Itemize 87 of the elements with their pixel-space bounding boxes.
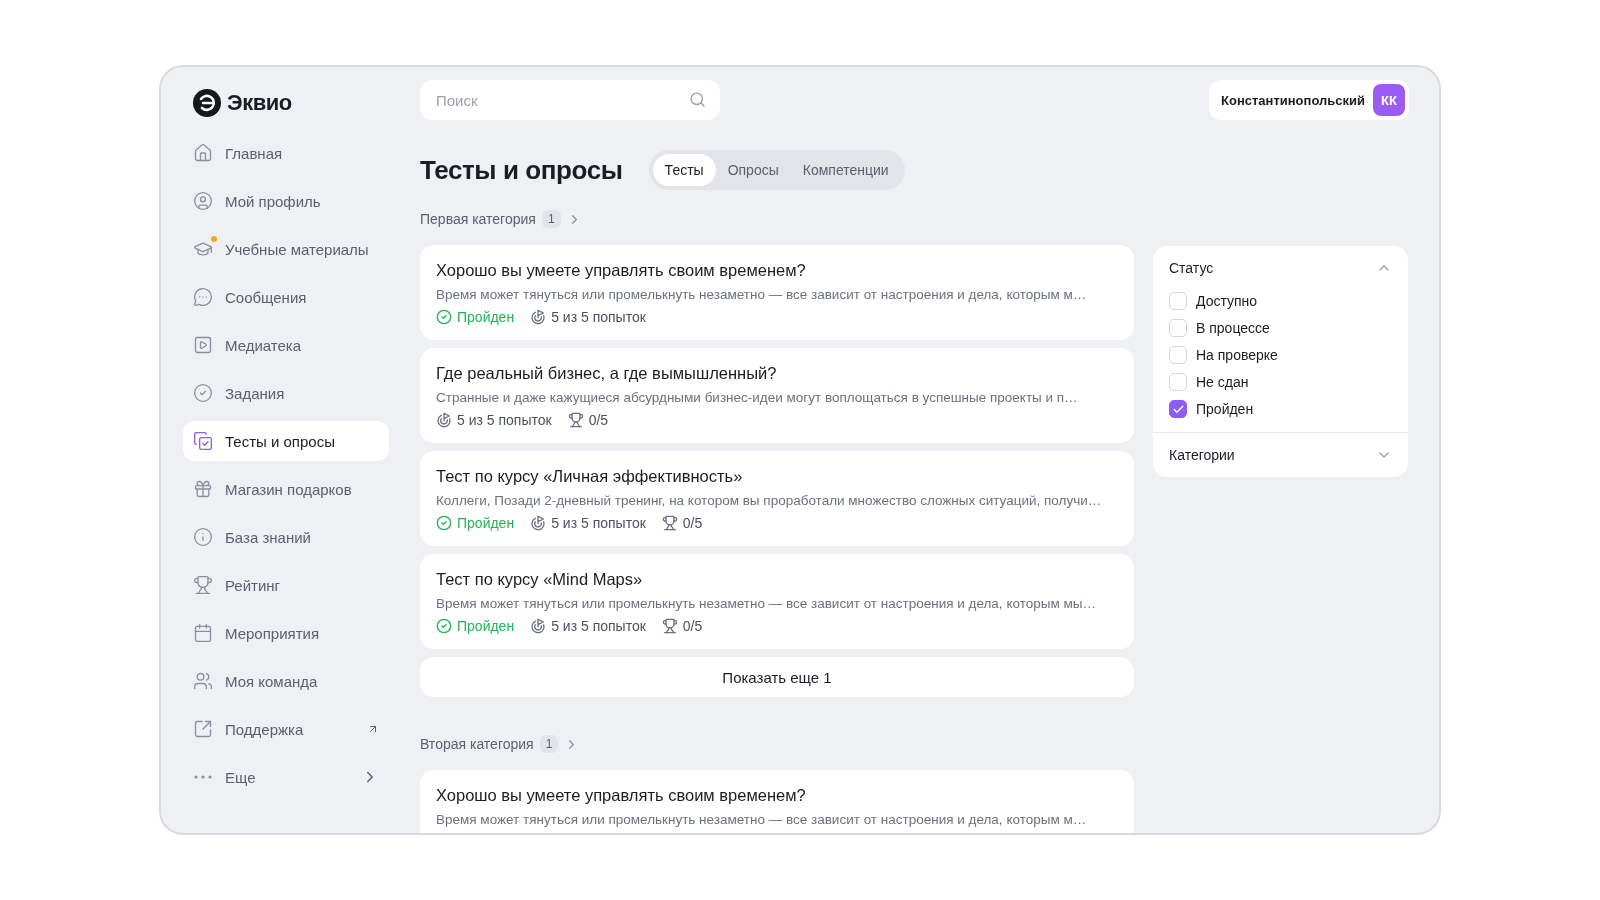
test-description: Время может тянуться или промелькнуть незаметно — все зависит от настроения и дела, которым мы… [436,596,1097,611]
tab[interactable]: Опросы [715,154,791,186]
trophy-icon [661,515,678,531]
test-card[interactable]: Тест по курсу «Личная эффективность» Коллеги, Позади 2-дневный тренинг, на котором вы проработали множество сложных ситуаций, получи… Пройден 5 из 5 попыток 0/5 [420,451,1134,546]
target-icon [436,412,452,428]
check-circle-icon [436,515,452,531]
show-more-button[interactable]: Показать еще 1 [420,657,1134,697]
status-text: Пройден [457,309,515,325]
check-circle-icon [436,309,452,325]
test-title: Где реальный бизнес, а где вымышленный? [436,364,778,383]
house-icon [193,143,213,163]
info-icon [193,527,213,547]
checkbox[interactable] [1169,400,1187,418]
test-title: Тест по курсу «Личная эффективность» [436,467,744,486]
user-name: Константинопольский [1221,92,1365,108]
attempts-text: 5 из 5 попыток [457,412,552,428]
check-circle-icon [436,618,452,634]
test-title: Хорошо вы умеете управлять своим временем? [436,786,807,805]
check-circle-icon [193,383,213,403]
filter-title[interactable]: Статус [1169,260,1214,276]
category-count: 1 [541,210,561,228]
trophy-icon [567,412,584,428]
category-title[interactable]: Первая категория [420,211,536,227]
sidebar-item[interactable]: База знаний [183,517,389,557]
sidebar-item[interactable]: Рейтинг [183,565,389,605]
test-description: Время может тянуться или промелькнуть незаметно — все зависит от настроения и дела, которым м… [436,287,1088,302]
sidebar-item[interactable]: Еще [183,757,389,797]
search-icon [689,91,706,108]
test-card[interactable]: Хорошо вы умеете управлять своим временем? Время может тянуться или промелькнуть незаметно — все зависит от настроения и дела, которым м… Пройден 5 из 5 попыток [420,245,1134,340]
category-title[interactable]: Вторая категория [420,736,534,752]
status-text: Пройден [457,515,515,531]
user-circle-icon [193,191,213,211]
test-description: Время может тянуться или промелькнуть незаметно — все зависит от настроения и дела, которым м… [436,812,1088,827]
trophy-icon [193,575,213,595]
sidebar-item[interactable]: Задания [183,373,389,413]
sidebar-item[interactable]: Мой профиль [183,181,389,221]
gift-icon [193,479,213,499]
logo-icon [193,89,221,117]
trophy-icon [661,618,678,634]
sidebar-item[interactable]: Мероприятия [183,613,389,653]
attempts-text: 5 из 5 попыток [551,618,646,634]
test-description: Коллеги, Позади 2-дневный тренинг, на котором вы проработали множество сложных ситуаций, получи… [436,493,1103,508]
target-icon [530,618,547,634]
play-icon [193,335,213,355]
sidebar-item[interactable]: Сообщения [183,277,389,317]
checkbox-label: В процессе [1196,320,1270,336]
search-field[interactable]: Поиск [420,80,720,120]
test-title: Хорошо вы умеете управлять своим временем? [436,261,807,280]
attempts-text: 5 из 5 попыток [551,309,646,325]
test-description: Странные и даже кажущиеся абсурдными бизнес-идеи могут воплощаться в успешные проекты и п… [436,390,1079,405]
sidebar-item[interactable]: Учебные материалы [183,229,389,269]
stacked-squares-icon [193,431,213,451]
sidebar-item[interactable]: Моя команда [183,661,389,701]
tab[interactable]: Компетенции [790,154,901,186]
test-title: Тест по курсу «Mind Maps» [436,570,644,589]
tab[interactable]: Тесты [652,154,716,186]
calendar-icon [193,623,213,643]
target-icon [530,515,547,531]
checkbox-label: Пройден [1196,401,1254,417]
attempts-text: 5 из 5 попыток [551,515,646,531]
status-text: Пройден [457,618,515,634]
user-menu[interactable]: Константинопольский КК [1209,80,1409,120]
checkbox-label: На проверке [1196,347,1278,363]
score-text: 0/5 [682,618,703,634]
target-icon [530,309,547,325]
chat-bubble-icon [193,287,213,307]
arrow-up-right-icon [367,723,379,735]
logo-name: Эквио [227,90,292,116]
page-title: Тесты и опросы [420,154,623,186]
sidebar-item[interactable]: Главная [183,133,389,173]
score-text: 0/5 [682,515,703,531]
category-count: 1 [539,735,559,753]
checkbox-label: Не сдан [1196,374,1249,390]
score-text: 0/5 [588,412,609,428]
sidebar-item[interactable]: Магазин подарков [183,469,389,509]
test-card[interactable]: Где реальный бизнес, а где вымышленный? Странные и даже кажущиеся абсурдными бизнес-идеи могут воплощаться в успешные проекты и п… 5 из 5 попыток 0/5 [420,348,1134,443]
external-link-icon [193,719,213,739]
users-icon [193,671,213,691]
checkbox-label: Доступно [1196,293,1258,309]
user-avatar: КК [1373,84,1405,116]
sidebar-item[interactable]: Тесты и опросы [183,421,389,461]
filter-title[interactable]: Категории [1169,447,1235,463]
sidebar-item[interactable]: Медиатека [183,325,389,365]
sidebar-item[interactable]: Поддержка [183,709,389,749]
test-card[interactable]: Тест по курсу «Mind Maps» Время может тянуться или промелькнуть незаметно — все зависит от настроения и дела, которым мы… Пройден 5 из 5 попыток 0/5 [420,554,1134,649]
test-card[interactable]: Хорошо вы умеете управлять своим временем? Время может тянуться или промелькнуть незаметно — все зависит от настроения и дела, которым м… [420,770,1134,833]
ellipsis-icon [194,775,212,779]
